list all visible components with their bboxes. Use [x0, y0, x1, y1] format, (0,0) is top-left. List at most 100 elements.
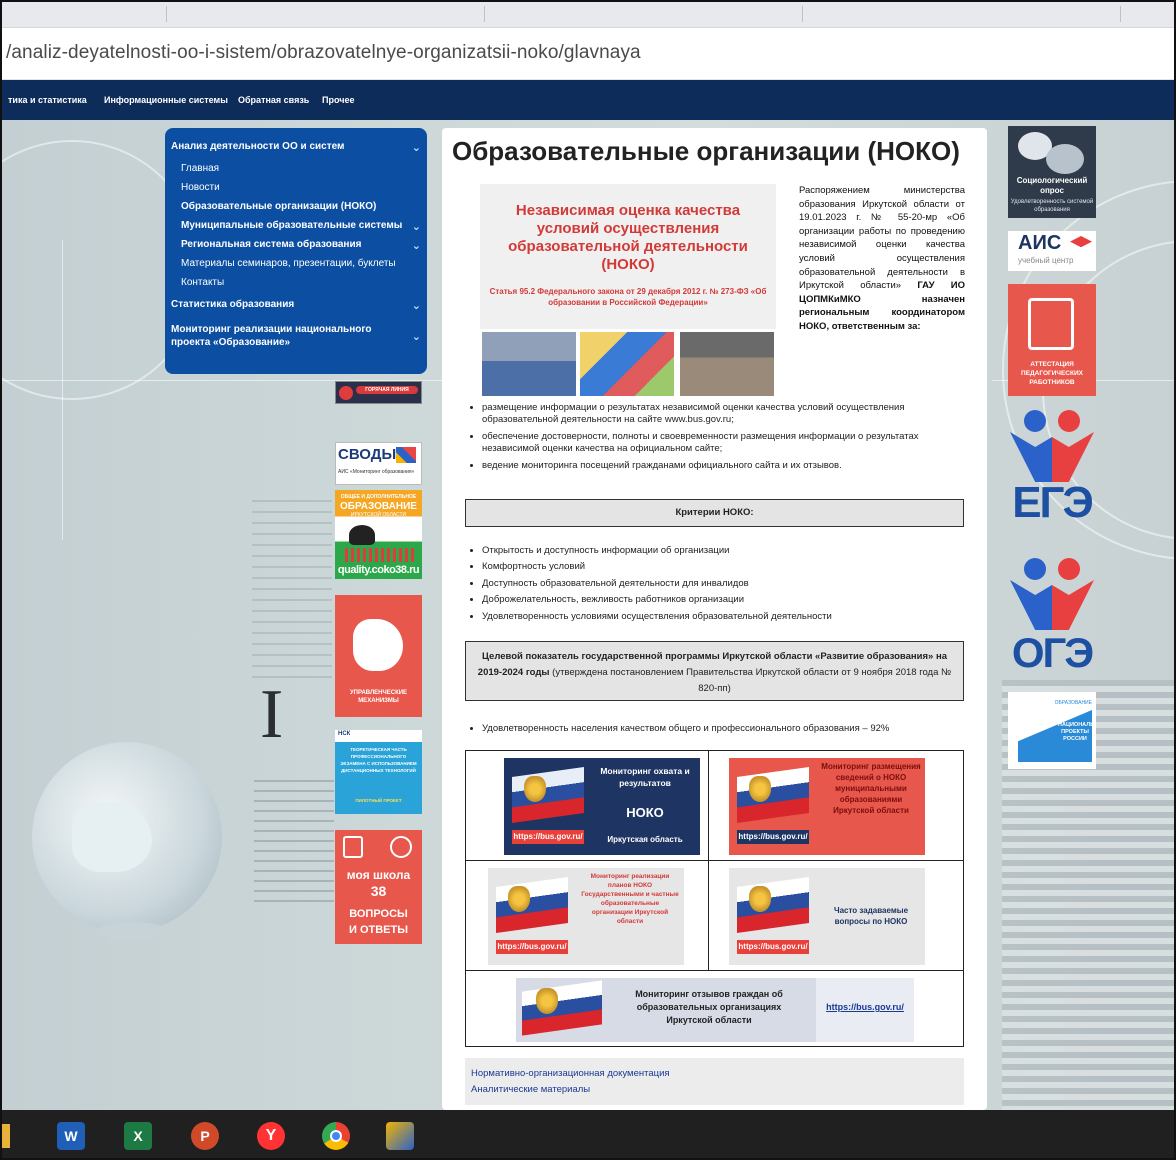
intro-text: Распоряжением министерства образования И…	[799, 184, 965, 334]
list-item: Комфортность условий	[482, 561, 972, 573]
my-school-banner[interactable]: моя школа 38 ВОПРОСЫ И ОТВЕТЫ	[335, 830, 422, 944]
svody-banner[interactable]: СВОДЫ АИС «Мониторинг образования»	[335, 442, 422, 485]
monitoring-url: https://bus.gov.ru/	[496, 940, 568, 954]
chevron-down-icon: ⌄	[411, 331, 421, 343]
monitoring-title: Часто задаваемые вопросы по НОКО	[833, 906, 909, 926]
sidebar-section-statistics[interactable]: Статистика образования ⌄	[165, 292, 427, 317]
list-item: Доброжелательность, вежливость работнико…	[482, 594, 972, 606]
monitoring-faq-card[interactable]: Часто задаваемые вопросы по НОКО https:/…	[729, 868, 925, 965]
photo-gym	[482, 332, 576, 396]
tab-separator	[802, 6, 803, 22]
monitoring-url-link[interactable]: https://bus.gov.ru/	[816, 1002, 914, 1012]
sidebar-section-national-project[interactable]: Мониторинг реализации национального прое…	[165, 317, 427, 355]
hotline-label: ГОРЯЧАЯ ЛИНИЯ	[356, 386, 418, 394]
sidebar-item-label: Региональная система образования	[181, 239, 362, 250]
mechanisms-banner[interactable]: УПРАВЛЕНЧЕСКИЕ МЕХАНИЗМЫ	[335, 595, 422, 717]
intro-text-a: Распоряжением министерства образования И…	[799, 185, 965, 292]
sidebar-item-main[interactable]: Главная	[165, 159, 427, 178]
browser-tab-strip	[2, 2, 1174, 28]
coat-of-arms-icon	[749, 886, 771, 912]
link-analytics[interactable]: Аналитические материалы	[471, 1082, 958, 1098]
criteria-heading: Критерии НОКО:	[465, 499, 964, 527]
address-bar[interactable]: /analiz-deyatelnosti-oo-i-sistem/obrazov…	[2, 28, 1174, 80]
bg-decoration	[252, 500, 332, 680]
bg-decoration	[62, 240, 63, 540]
sidebar-item-contacts[interactable]: Контакты	[165, 273, 427, 292]
nav-item-info-systems[interactable]: Информационные системы	[104, 95, 228, 105]
nav-item-statistics[interactable]: тика и статистика	[8, 95, 87, 105]
monitoring-municipal-card[interactable]: Мониторинг размещения сведений о НОКО му…	[729, 758, 925, 855]
target-list: Удовлетворенность населения качеством об…	[472, 723, 972, 739]
sidebar-section-label: Анализ деятельности ОО и систем	[171, 141, 345, 152]
monitoring-plans-card[interactable]: Мониторинг реализации планов НОКО Госуда…	[488, 868, 684, 965]
phone-icon	[339, 386, 353, 400]
noko-banner-title: Независимая оценка качества условий осущ…	[508, 202, 748, 273]
sable-icon	[349, 525, 375, 545]
tab-separator	[166, 6, 167, 22]
person-icon	[1024, 410, 1046, 432]
attestation-banner[interactable]: АТТЕСТАЦИЯ ПЕДАГОГИЧЕСКИХ РАБОТНИКОВ	[1008, 284, 1096, 396]
excel-icon[interactable]: X	[124, 1122, 152, 1150]
monitoring-url: https://bus.gov.ru/	[737, 940, 809, 954]
documents-links: Нормативно-организационная документация …	[465, 1058, 964, 1105]
powerpoint-icon[interactable]: P	[191, 1122, 219, 1150]
list-item: Удовлетворенность населения качеством об…	[482, 723, 972, 735]
atom-icon	[390, 836, 412, 858]
oge-logo-icon	[1010, 580, 1094, 630]
coat-of-arms-icon	[524, 776, 546, 802]
sidebar-item-noko[interactable]: Образовательные организации (НОКО)	[165, 197, 427, 216]
chrome-icon[interactable]	[322, 1122, 350, 1150]
monitoring-feedback-card[interactable]: Мониторинг отзывов граждан об образовате…	[516, 978, 914, 1042]
yandex-icon[interactable]: Y	[257, 1122, 285, 1150]
ais-banner[interactable]: АИС учебный центр	[1008, 231, 1096, 271]
nsk-banner[interactable]: НСК ТЕОРЕТИЧЕСКАЯ ЧАСТЬ ПРОФЕССИОНАЛЬНОГ…	[335, 730, 422, 814]
book-icon	[343, 836, 363, 858]
nav-item-other[interactable]: Прочее	[322, 95, 354, 105]
quality-top-text: ОБЩЕЕ И ДОПОЛНИТЕЛЬНОЕ	[340, 494, 417, 500]
survey-subtitle: Удовлетворенность системой образования	[1010, 199, 1094, 213]
hotline-banner[interactable]: ГОРЯЧАЯ ЛИНИЯ	[335, 381, 422, 404]
list-item: Удовлетворенность условиями осуществлени…	[482, 611, 972, 623]
globe-image	[32, 742, 222, 932]
tab-separator	[484, 6, 485, 22]
tab-separator	[1120, 6, 1121, 22]
coat-of-arms-icon	[508, 886, 530, 912]
sidebar-item-municipal[interactable]: Муниципальные образовательные системы ⌄	[165, 216, 427, 235]
link-normative-docs[interactable]: Нормативно-организационная документация	[471, 1066, 958, 1082]
app-icon[interactable]	[386, 1122, 414, 1150]
monitoring-coverage-card[interactable]: Мониторинг охвата и результатов НОКО Ирк…	[504, 758, 700, 855]
criteria-list: Открытость и доступность информации об о…	[472, 545, 972, 627]
quality-url: quality.coko38.ru	[337, 564, 420, 576]
target-note: (утверждена постановлением Правительства…	[552, 667, 952, 694]
monitoring-url: https://bus.gov.ru/	[737, 830, 809, 844]
region-map-icon	[353, 619, 403, 671]
oge-banner[interactable]: ОГЭ	[1008, 556, 1096, 682]
russian-flag-icon	[737, 766, 809, 824]
nav-item-feedback[interactable]: Обратная связь	[238, 95, 309, 105]
svody-title: СВОДЫ	[338, 446, 397, 463]
national-projects-banner[interactable]: ОБРАЗОВАНИЕ НАЦИОНАЛЬНЫЕ ПРОЕКТЫ РОССИИ	[1008, 692, 1096, 769]
file-explorer-icon[interactable]	[2, 1124, 10, 1148]
sidebar-item-news[interactable]: Новости	[165, 178, 427, 197]
sidebar-item-regional[interactable]: Региональная система образования ⌄	[165, 235, 427, 254]
list-item: ведение мониторинга посещений гражданами…	[482, 460, 972, 472]
coat-of-arms-icon	[536, 988, 558, 1014]
person-icon	[1058, 558, 1080, 580]
sidebar-item-materials[interactable]: Материалы семинаров, презентации, буклет…	[165, 254, 427, 273]
oge-title: ОГЭ	[1011, 629, 1094, 676]
ege-banner[interactable]: ЕГЭ	[1008, 408, 1096, 548]
sidebar-menu: Анализ деятельности ОО и систем ⌄ Главная…	[165, 128, 427, 374]
chevron-down-icon: ⌄	[411, 240, 421, 252]
my-school-answers: И ОТВЕТЫ	[348, 924, 408, 936]
list-item: обеспечение достоверности, полноты и сво…	[482, 431, 972, 456]
word-icon[interactable]: W	[57, 1122, 85, 1150]
url-text[interactable]: /analiz-deyatelnosti-oo-i-sistem/obrazov…	[6, 42, 641, 64]
sociological-survey-banner[interactable]: Социологический опрос Удовлетворенность …	[1008, 126, 1096, 218]
monitoring-title: Мониторинг реализации планов НОКО Госуда…	[581, 873, 679, 925]
chart-bars-icon	[345, 548, 415, 562]
bg-decoration	[254, 780, 334, 910]
page-title: Образовательные организации (НОКО)	[452, 136, 960, 166]
sidebar-section-analysis[interactable]: Анализ деятельности ОО и систем ⌄	[165, 134, 427, 159]
photo-ramp	[680, 332, 774, 396]
quality-banner[interactable]: ОБЩЕЕ И ДОПОЛНИТЕЛЬНОЕ ОБРАЗОВАНИЕ ИРКУТ…	[335, 490, 422, 579]
